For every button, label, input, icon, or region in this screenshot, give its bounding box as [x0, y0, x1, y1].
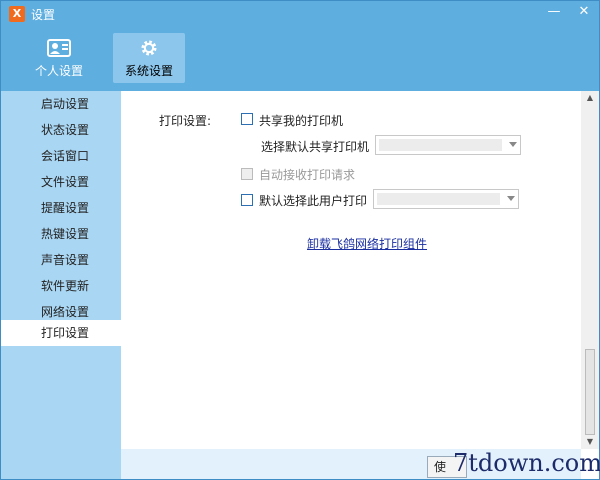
default-shared-printer-select[interactable] [375, 135, 521, 155]
app-logo-icon: X [9, 6, 25, 22]
minimize-button[interactable]: — [541, 3, 567, 23]
vertical-scrollbar[interactable]: ▲ ▼ [581, 91, 599, 449]
tab-personal-label: 个人设置 [34, 64, 83, 78]
sidebar-item-files[interactable]: 文件设置 [1, 169, 121, 195]
auto-accept-checkbox [241, 168, 253, 180]
tab-system-settings[interactable]: 系统设置 [113, 33, 185, 83]
share-printer-label: 共享我的打印机 [259, 114, 344, 128]
top-tab-bar: 个人设置 系统设置 [1, 27, 599, 91]
watermark: 7tdown.com [453, 449, 600, 477]
chevron-down-icon [509, 142, 517, 147]
sidebar-item-update[interactable]: 软件更新 [1, 273, 121, 299]
sidebar-item-startup[interactable]: 启动设置 [1, 91, 121, 117]
window-title: 设置 [31, 8, 56, 22]
sidebar-item-chat-window[interactable]: 会话窗口 [1, 143, 121, 169]
chevron-down-icon [507, 196, 515, 201]
sidebar-item-sound[interactable]: 声音设置 [1, 247, 121, 273]
share-printer-checkbox[interactable] [241, 113, 253, 125]
sidebar: 启动设置 状态设置 会话窗口 文件设置 提醒设置 热键设置 声音设置 软件更新 … [1, 91, 121, 479]
default-user-printer-label: 默认选择此用户打印 [259, 194, 368, 208]
sidebar-item-status[interactable]: 状态设置 [1, 117, 121, 143]
sidebar-item-hotkeys[interactable]: 热键设置 [1, 221, 121, 247]
print-settings-label: 打印设置: [159, 114, 212, 128]
id-card-icon [47, 39, 71, 57]
print-settings-panel: 打印设置: 共享我的打印机 选择默认共享打印机 自动接收打印请求 默认选择此用户… [121, 91, 599, 479]
default-user-printer-value [377, 193, 500, 205]
tab-system-label: 系统设置 [124, 64, 173, 78]
sidebar-item-print[interactable]: 打印设置 [1, 320, 121, 346]
settings-window: X 设置 — ✕ 个人设置 系统设置 启动设置 状态设置 会话窗口 文件设置 提… [0, 0, 600, 480]
default-user-printer-select[interactable] [373, 189, 519, 209]
gear-icon [141, 40, 157, 56]
default-shared-printer-value [379, 139, 502, 151]
tab-personal-settings[interactable]: 个人设置 [23, 33, 95, 83]
auto-accept-label: 自动接收打印请求 [259, 168, 356, 182]
uninstall-print-component-link[interactable]: 卸载飞鸽网络打印组件 [307, 235, 427, 252]
scroll-down-icon[interactable]: ▼ [581, 435, 599, 449]
scroll-up-icon[interactable]: ▲ [581, 91, 599, 105]
sidebar-item-reminders[interactable]: 提醒设置 [1, 195, 121, 221]
default-shared-printer-label: 选择默认共享打印机 [261, 140, 370, 154]
title-bar: X 设置 — ✕ [1, 1, 599, 27]
scrollbar-thumb[interactable] [585, 349, 595, 435]
close-button[interactable]: ✕ [571, 3, 597, 23]
default-user-printer-checkbox[interactable] [241, 194, 253, 206]
